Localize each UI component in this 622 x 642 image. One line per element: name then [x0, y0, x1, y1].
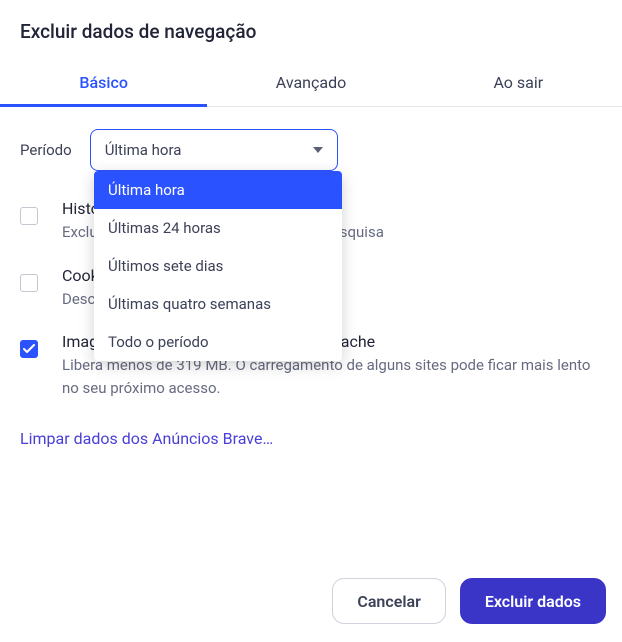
period-option-4-weeks[interactable]: Últimas quatro semanas [94, 285, 342, 323]
period-row: Período Última hora [20, 129, 602, 171]
period-option-all-time[interactable]: Todo o período [94, 323, 342, 361]
tab-basic[interactable]: Básico [0, 61, 207, 106]
button-row: Cancelar Excluir dados [332, 578, 606, 624]
dialog-body: Período Última hora Última hora Últimas … [0, 107, 622, 448]
dialog-title: Excluir dados de navegação [0, 0, 622, 61]
clear-ads-link[interactable]: Limpar dados dos Anúncios Brave… [20, 429, 273, 448]
checkbox-cookies[interactable] [20, 274, 38, 292]
period-option-24-hours[interactable]: Últimas 24 horas [94, 209, 342, 247]
period-label: Período [20, 141, 72, 159]
tab-onexit[interactable]: Ao sair [415, 61, 622, 106]
tab-advanced[interactable]: Avançado [207, 61, 414, 106]
chevron-down-icon [313, 147, 323, 153]
checkbox-browsing-history[interactable] [20, 207, 38, 225]
period-dropdown: Última hora Últimas 24 horas Últimos set… [94, 171, 342, 361]
period-option-7-days[interactable]: Últimos sete dias [94, 247, 342, 285]
period-option-last-hour[interactable]: Última hora [94, 171, 342, 209]
period-select-value: Última hora [105, 141, 313, 159]
tabs: Básico Avançado Ao sair [0, 61, 622, 107]
period-select[interactable]: Última hora [90, 129, 338, 171]
confirm-button[interactable]: Excluir dados [460, 578, 606, 624]
cancel-button[interactable]: Cancelar [332, 578, 445, 624]
checkbox-cache[interactable] [20, 340, 38, 358]
